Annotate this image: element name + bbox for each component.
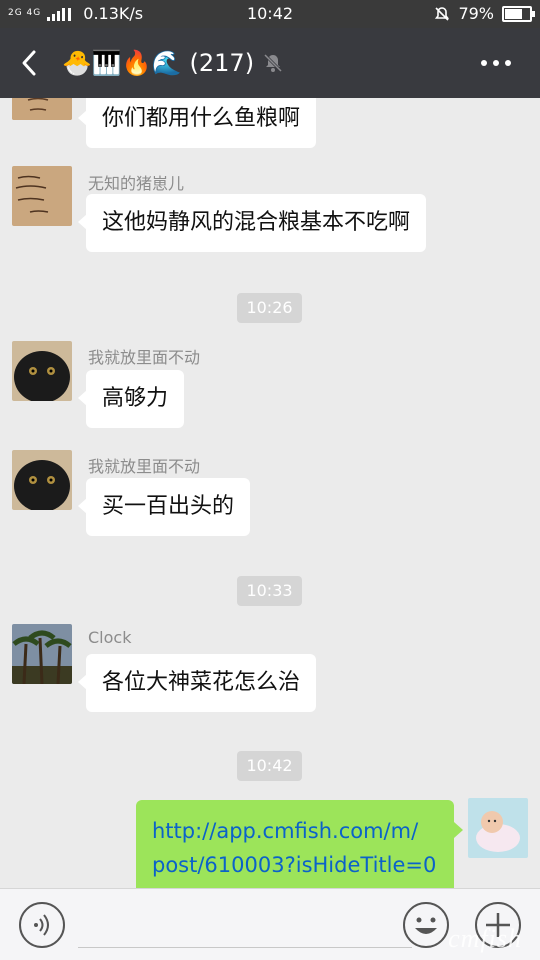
status-bar: 2G 4G 0.13K/s 10:42 79%	[0, 0, 540, 28]
bell-off-icon	[264, 53, 283, 73]
watermark: cmfish	[448, 924, 522, 953]
avatar[interactable]	[12, 166, 72, 226]
avatar-image	[12, 450, 72, 510]
avatar[interactable]	[12, 341, 72, 401]
battery-percent: 79%	[458, 4, 494, 23]
more-options-button[interactable]	[476, 50, 516, 76]
avatar-image	[12, 624, 72, 684]
avatar-image	[12, 166, 72, 226]
group-title: 🐣🎹🔥🌊 (217)	[62, 46, 284, 80]
sender-name: 我就放里面不动	[88, 457, 201, 476]
back-button[interactable]	[14, 46, 48, 80]
time-separator: 10:26	[237, 293, 302, 323]
group-emoji-name: 🐣🎹🔥🌊	[62, 49, 182, 77]
sender-name: 无知的猪崽儿	[88, 174, 185, 193]
avatar-image	[12, 341, 72, 401]
link-text-line[interactable]: http://app.cmfish.com/m/	[152, 814, 438, 848]
avatar-image	[12, 98, 72, 120]
message-input[interactable]	[78, 947, 412, 948]
chat-list[interactable]: 你们都用什么鱼粮啊 无知的猪崽儿 这他妈静风的混合粮基本不吃啊 10:26 我就…	[0, 98, 540, 888]
link-text-line[interactable]: post/610003?isHideTitle=0	[152, 848, 438, 882]
my-avatar[interactable]	[468, 798, 528, 858]
time-separator: 10:42	[237, 751, 302, 781]
message-bubble[interactable]: 这他妈静风的混合粮基本不吃啊	[77, 194, 427, 252]
avatar[interactable]	[12, 624, 72, 684]
emoji-button[interactable]	[402, 901, 450, 949]
avatar[interactable]	[12, 98, 72, 120]
avatar[interactable]	[12, 450, 72, 510]
sender-name: Clock	[88, 628, 132, 647]
message-bubble[interactable]: 高够力	[77, 370, 185, 428]
voice-button[interactable]	[18, 901, 66, 949]
member-count: (217)	[189, 49, 255, 77]
input-bar: cmfish	[0, 888, 540, 960]
message-bubble[interactable]: 你们都用什么鱼粮啊	[77, 98, 317, 148]
sender-name: 我就放里面不动	[88, 348, 201, 367]
alarm-off-icon	[435, 6, 450, 21]
battery-icon	[502, 5, 535, 22]
message-bubble[interactable]: 各位大神菜花怎么治	[77, 654, 317, 712]
avatar-image	[468, 798, 528, 858]
chat-header: 🐣🎹🔥🌊 (217)	[0, 28, 540, 98]
message-bubble[interactable]: 买一百出头的	[77, 478, 251, 536]
my-message-bubble[interactable]: http://app.cmfish.com/m/ post/610003?isH…	[136, 800, 463, 888]
time-separator: 10:33	[237, 576, 302, 606]
